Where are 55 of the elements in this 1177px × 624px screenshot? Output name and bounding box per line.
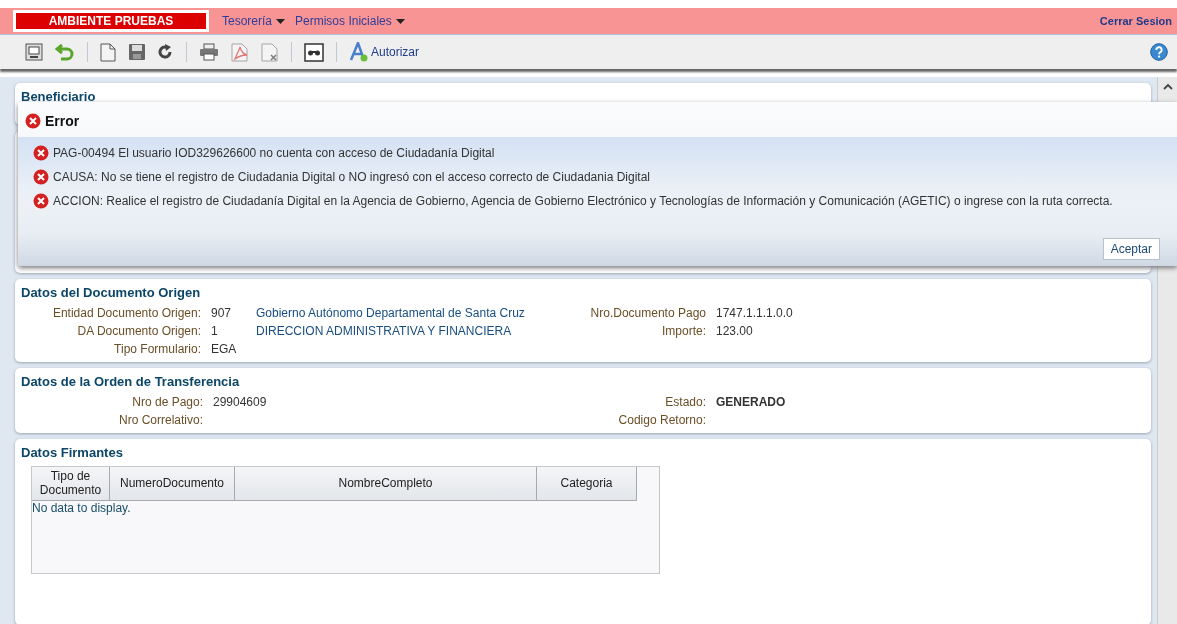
empty-message: No data to display.: [32, 501, 131, 515]
undo-icon[interactable]: [55, 43, 75, 61]
column-header[interactable]: NumeroDocumento: [110, 467, 235, 501]
column-header[interactable]: Tipo de Documento: [32, 467, 110, 501]
field-value: 29904609: [213, 395, 268, 409]
accept-button[interactable]: Aceptar: [1102, 238, 1160, 260]
field-description: DIRECCION ADMINISTRATIVA Y FINANCIERA: [256, 324, 513, 338]
error-message: PAG-00494 El usuario IOD329626600 no cuenta con acceso de Ciudadanía Digital: [53, 146, 495, 160]
document-x-icon[interactable]: [261, 42, 279, 62]
scroll-up-icon[interactable]: [1162, 83, 1173, 90]
error-icon: [33, 193, 49, 209]
error-icon: [33, 169, 49, 185]
dialog-title: Error: [45, 113, 80, 129]
environment-label: AMBIENTE PRUEBAS: [13, 10, 209, 32]
field-value: GENERADO: [716, 395, 786, 409]
document-icon[interactable]: [100, 42, 116, 62]
caret-icon: [276, 18, 286, 24]
field-value: 123.00: [716, 324, 754, 338]
section-title: Datos de la Orden de Transferencia: [21, 374, 241, 389]
error-message: ACCION: Realice el registro de Ciudadanía Digital en la Agencia de Gobierno, Agencia de Gobierno Electrónico y Tecnologías de Información y Comunicación (AGETIC) o ingrese con la ruta correcta.: [53, 194, 1113, 208]
authorize-button[interactable]: Autorizar: [349, 42, 420, 62]
field-label: Codigo Retorno:: [617, 413, 706, 427]
field-label: Importe:: [661, 324, 706, 338]
field-description: Gobierno Autónomo Departamental de Santa Cruz: [256, 306, 526, 320]
section-title: Datos Firmantes: [21, 445, 124, 460]
section-title: Datos del Documento Origen: [21, 285, 202, 300]
field-label: Estado:: [664, 395, 706, 409]
redo-icon[interactable]: [158, 44, 174, 60]
field-value: 1747.1.1.1.0.0: [716, 306, 793, 320]
caret-icon: [395, 18, 405, 24]
error-icon: [25, 113, 41, 129]
help-icon[interactable]: [1150, 43, 1168, 61]
printer-icon[interactable]: [199, 43, 219, 61]
field-label: Entidad Documento Origen:: [51, 306, 201, 320]
section-title: Beneficiario: [21, 89, 97, 104]
logout-link[interactable]: Cerrar Sesion: [1099, 15, 1172, 27]
field-value: EGA: [211, 342, 238, 356]
field-label: Tipo Formulario:: [113, 342, 201, 356]
menu-link[interactable]: Permisos Iniciales: [295, 14, 405, 28]
letter-a-check-icon: [349, 42, 369, 62]
binoculars-icon[interactable]: [304, 42, 324, 62]
error-message: CAUSA: No se tiene el registro de Ciudadania Digital o NO ingresó con el acceso correcto de Ciudadania Digital: [53, 170, 650, 184]
column-header[interactable]: Categoria: [537, 467, 637, 501]
column-header[interactable]: NombreCompleto: [235, 467, 537, 501]
monitor-icon[interactable]: [25, 43, 43, 61]
field-value: 1: [211, 324, 219, 338]
menu-link[interactable]: Tesorería: [222, 14, 286, 28]
pdf-icon[interactable]: [231, 42, 249, 62]
error-icon: [33, 145, 49, 161]
save-icon[interactable]: [128, 43, 146, 61]
field-label: Nro.Documento Pago: [589, 306, 706, 320]
field-value: 907: [211, 306, 233, 320]
field-label: DA Documento Origen:: [76, 324, 201, 338]
field-label: Nro Correlativo:: [117, 413, 203, 427]
field-label: Nro de Pago:: [131, 395, 203, 409]
